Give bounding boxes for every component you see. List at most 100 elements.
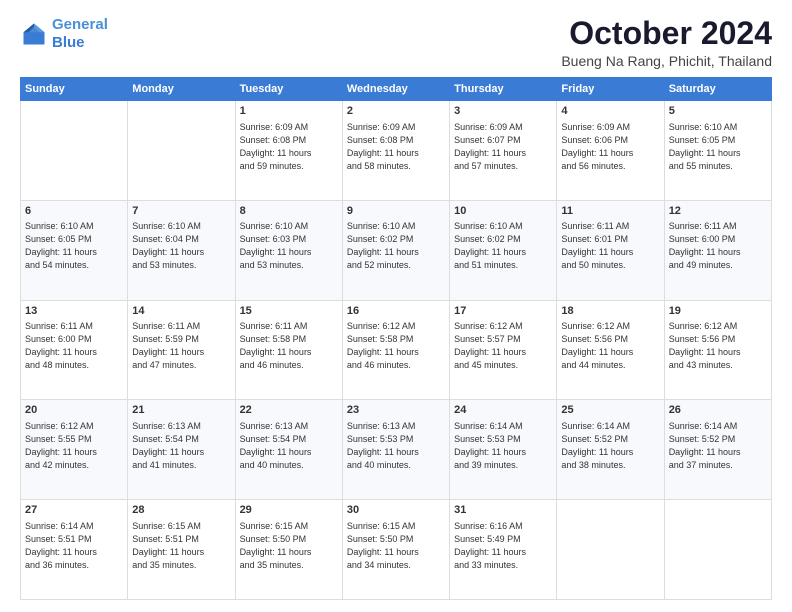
- week-row-2: 6Sunrise: 6:10 AMSunset: 6:05 PMDaylight…: [21, 200, 772, 300]
- day-number: 19: [669, 304, 767, 319]
- cell-info: Sunrise: 6:10 AMSunset: 6:02 PMDaylight:…: [454, 220, 552, 272]
- day-number: 24: [454, 403, 552, 418]
- cell-info: Sunrise: 6:14 AMSunset: 5:51 PMDaylight:…: [25, 520, 123, 572]
- calendar-table: SundayMondayTuesdayWednesdayThursdayFrid…: [20, 77, 772, 600]
- cell-info: Sunrise: 6:13 AMSunset: 5:54 PMDaylight:…: [240, 420, 338, 472]
- cell-info: Sunrise: 6:13 AMSunset: 5:54 PMDaylight:…: [132, 420, 230, 472]
- calendar-cell: 8Sunrise: 6:10 AMSunset: 6:03 PMDaylight…: [235, 200, 342, 300]
- calendar-body: 1 Sunrise: 6:09 AMSunset: 6:08 PMDaylight…: [21, 101, 772, 600]
- day-number: 5: [669, 104, 767, 119]
- calendar-cell: [128, 101, 235, 201]
- day-header-thursday: Thursday: [450, 78, 557, 101]
- cell-info: Sunrise: 6:10 AMSunset: 6:05 PMDaylight:…: [669, 121, 767, 173]
- calendar-cell: 27 Sunrise: 6:14 AMSunset: 5:51 PMDayligh…: [21, 500, 128, 600]
- calendar-cell: 31 Sunrise: 6:16 AMSunset: 5:49 PMDayligh…: [450, 500, 557, 600]
- week-row-5: 27 Sunrise: 6:14 AMSunset: 5:51 PMDayligh…: [21, 500, 772, 600]
- day-number: 14: [132, 304, 230, 319]
- calendar-cell: [21, 101, 128, 201]
- cell-info: Sunrise: 6:15 AMSunset: 5:50 PMDaylight:…: [347, 520, 445, 572]
- day-number: 9: [347, 204, 445, 219]
- week-row-4: 20 Sunrise: 6:12 AMSunset: 5:55 PMDayligh…: [21, 400, 772, 500]
- day-number: 20: [25, 403, 123, 418]
- day-number: 2: [347, 104, 445, 119]
- calendar-cell: 9Sunrise: 6:10 AMSunset: 6:02 PMDaylight…: [342, 200, 449, 300]
- cell-info: Sunrise: 6:12 AMSunset: 5:57 PMDaylight:…: [454, 320, 552, 372]
- cell-info: Sunrise: 6:10 AMSunset: 6:04 PMDaylight:…: [132, 220, 230, 272]
- day-number: 8: [240, 204, 338, 219]
- calendar-cell: 7Sunrise: 6:10 AMSunset: 6:04 PMDaylight…: [128, 200, 235, 300]
- cell-info: Sunrise: 6:09 AMSunset: 6:07 PMDaylight:…: [454, 121, 552, 173]
- day-number: 25: [561, 403, 659, 418]
- calendar-cell: 17Sunrise: 6:12 AMSunset: 5:57 PMDayligh…: [450, 300, 557, 400]
- subtitle: Bueng Na Rang, Phichit, Thailand: [561, 53, 772, 69]
- cell-info: Sunrise: 6:16 AMSunset: 5:49 PMDaylight:…: [454, 520, 552, 572]
- day-number: 3: [454, 104, 552, 119]
- day-header-saturday: Saturday: [664, 78, 771, 101]
- day-number: 31: [454, 503, 552, 518]
- title-block: October 2024 Bueng Na Rang, Phichit, Tha…: [561, 16, 772, 69]
- calendar-cell: 13Sunrise: 6:11 AMSunset: 6:00 PMDayligh…: [21, 300, 128, 400]
- calendar-cell: [664, 500, 771, 600]
- logo: General Blue: [20, 16, 108, 52]
- cell-info: Sunrise: 6:14 AMSunset: 5:52 PMDaylight:…: [669, 420, 767, 472]
- day-header-monday: Monday: [128, 78, 235, 101]
- day-number: 18: [561, 304, 659, 319]
- cell-info: Sunrise: 6:12 AMSunset: 5:56 PMDaylight:…: [561, 320, 659, 372]
- day-number: 23: [347, 403, 445, 418]
- cell-info: Sunrise: 6:12 AMSunset: 5:56 PMDaylight:…: [669, 320, 767, 372]
- main-title: October 2024: [561, 16, 772, 51]
- cell-info: Sunrise: 6:13 AMSunset: 5:53 PMDaylight:…: [347, 420, 445, 472]
- cell-info: Sunrise: 6:12 AMSunset: 5:55 PMDaylight:…: [25, 420, 123, 472]
- day-number: 15: [240, 304, 338, 319]
- calendar-cell: 25 Sunrise: 6:14 AMSunset: 5:52 PMDayligh…: [557, 400, 664, 500]
- calendar-cell: 22 Sunrise: 6:13 AMSunset: 5:54 PMDayligh…: [235, 400, 342, 500]
- day-number: 30: [347, 503, 445, 518]
- week-row-3: 13Sunrise: 6:11 AMSunset: 6:00 PMDayligh…: [21, 300, 772, 400]
- calendar-cell: 23 Sunrise: 6:13 AMSunset: 5:53 PMDayligh…: [342, 400, 449, 500]
- calendar-cell: 3 Sunrise: 6:09 AMSunset: 6:07 PMDaylight…: [450, 101, 557, 201]
- cell-info: Sunrise: 6:15 AMSunset: 5:51 PMDaylight:…: [132, 520, 230, 572]
- calendar-cell: 26 Sunrise: 6:14 AMSunset: 5:52 PMDayligh…: [664, 400, 771, 500]
- day-number: 27: [25, 503, 123, 518]
- day-header-wednesday: Wednesday: [342, 78, 449, 101]
- cell-info: Sunrise: 6:10 AMSunset: 6:02 PMDaylight:…: [347, 220, 445, 272]
- cell-info: Sunrise: 6:09 AMSunset: 6:08 PMDaylight:…: [347, 121, 445, 173]
- day-header-friday: Friday: [557, 78, 664, 101]
- calendar-cell: 24 Sunrise: 6:14 AMSunset: 5:53 PMDayligh…: [450, 400, 557, 500]
- day-number: 21: [132, 403, 230, 418]
- calendar-cell: 11Sunrise: 6:11 AMSunset: 6:01 PMDayligh…: [557, 200, 664, 300]
- calendar-cell: 1 Sunrise: 6:09 AMSunset: 6:08 PMDaylight…: [235, 101, 342, 201]
- cell-info: Sunrise: 6:11 AMSunset: 5:58 PMDaylight:…: [240, 320, 338, 372]
- calendar-cell: 10Sunrise: 6:10 AMSunset: 6:02 PMDayligh…: [450, 200, 557, 300]
- calendar-cell: 15Sunrise: 6:11 AMSunset: 5:58 PMDayligh…: [235, 300, 342, 400]
- day-number: 26: [669, 403, 767, 418]
- calendar-cell: 14Sunrise: 6:11 AMSunset: 5:59 PMDayligh…: [128, 300, 235, 400]
- day-number: 16: [347, 304, 445, 319]
- day-number: 13: [25, 304, 123, 319]
- cell-info: Sunrise: 6:09 AMSunset: 6:08 PMDaylight:…: [240, 121, 338, 173]
- calendar-cell: 20 Sunrise: 6:12 AMSunset: 5:55 PMDayligh…: [21, 400, 128, 500]
- day-number: 10: [454, 204, 552, 219]
- day-header-sunday: Sunday: [21, 78, 128, 101]
- calendar-cell: 2 Sunrise: 6:09 AMSunset: 6:08 PMDaylight…: [342, 101, 449, 201]
- calendar-cell: 21 Sunrise: 6:13 AMSunset: 5:54 PMDayligh…: [128, 400, 235, 500]
- day-number: 17: [454, 304, 552, 319]
- logo-icon: [20, 20, 48, 48]
- day-number: 1: [240, 104, 338, 119]
- week-row-1: 1 Sunrise: 6:09 AMSunset: 6:08 PMDaylight…: [21, 101, 772, 201]
- calendar-cell: 12Sunrise: 6:11 AMSunset: 6:00 PMDayligh…: [664, 200, 771, 300]
- logo-text: General Blue: [52, 16, 108, 52]
- day-number: 7: [132, 204, 230, 219]
- day-number: 28: [132, 503, 230, 518]
- cell-info: Sunrise: 6:14 AMSunset: 5:52 PMDaylight:…: [561, 420, 659, 472]
- day-number: 6: [25, 204, 123, 219]
- cell-info: Sunrise: 6:11 AMSunset: 6:00 PMDaylight:…: [669, 220, 767, 272]
- cell-info: Sunrise: 6:11 AMSunset: 6:00 PMDaylight:…: [25, 320, 123, 372]
- cell-info: Sunrise: 6:14 AMSunset: 5:53 PMDaylight:…: [454, 420, 552, 472]
- calendar-cell: 16Sunrise: 6:12 AMSunset: 5:58 PMDayligh…: [342, 300, 449, 400]
- calendar-cell: 5 Sunrise: 6:10 AMSunset: 6:05 PMDaylight…: [664, 101, 771, 201]
- calendar-cell: [557, 500, 664, 600]
- cell-info: Sunrise: 6:10 AMSunset: 6:03 PMDaylight:…: [240, 220, 338, 272]
- day-number: 22: [240, 403, 338, 418]
- day-number: 11: [561, 204, 659, 219]
